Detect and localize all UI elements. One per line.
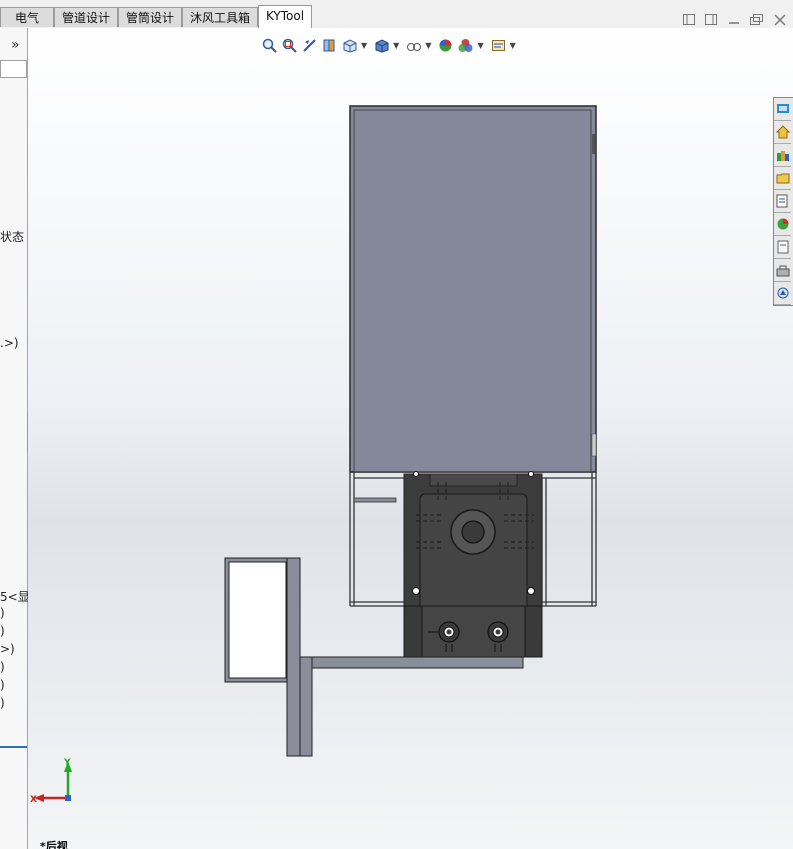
tree-node-text[interactable]: ) [0,696,5,710]
coordinate-triad: Y X [30,758,72,805]
tile-horizontal-icon[interactable] [683,14,695,28]
tab-mufeng-toolbox[interactable]: 沐风工具箱 [182,7,258,27]
minimize-icon[interactable] [728,14,740,28]
tree-node-text[interactable]: .>) [0,336,19,350]
motor-bracket[interactable] [403,471,543,658]
tab-kytool[interactable]: KYTool [258,5,312,28]
expand-panel-button[interactable]: » [11,37,20,53]
small-tab-bar[interactable] [353,497,397,503]
command-manager-tabs: 电气 管道设计 管筒设计 沐风工具箱 KYTool [0,0,793,29]
tree-node-text[interactable]: ) [0,606,5,620]
vertical-post[interactable] [286,557,313,757]
cad-model-back-view[interactable]: Y X [28,28,793,849]
tab-electrical[interactable]: 电气 [0,7,54,27]
tree-node-text[interactable]: 状态 [0,228,24,245]
feature-manager-panel: » 状态 .>) 5<显 ) ) >) ) ) ) [0,28,30,849]
tab-tubing[interactable]: 管筒设计 [118,7,182,27]
horizontal-support-arm[interactable] [311,656,524,669]
sheet-metal-panel[interactable] [349,105,597,473]
tree-node-text[interactable]: 5<显 [0,588,30,605]
tree-node-text[interactable]: ) [0,624,5,638]
view-name-label: *后视 [40,840,68,849]
x-axis-label: X [30,795,37,805]
close-icon[interactable] [774,14,786,29]
tree-node-text[interactable]: ) [0,678,5,692]
tree-node-text[interactable]: >) [0,642,15,656]
graphics-area[interactable]: ▼ ▼ ▼ ▼ ▼ Y X *后视 [28,28,793,849]
y-axis-label: Y [63,758,71,768]
restore-icon[interactable] [750,14,764,28]
tree-node-text[interactable]: ) [0,660,5,674]
tile-vertical-icon[interactable] [705,14,717,28]
filter-input[interactable] [0,60,27,78]
tab-piping[interactable]: 管道设计 [54,7,118,27]
panel-splitter[interactable] [0,746,27,748]
